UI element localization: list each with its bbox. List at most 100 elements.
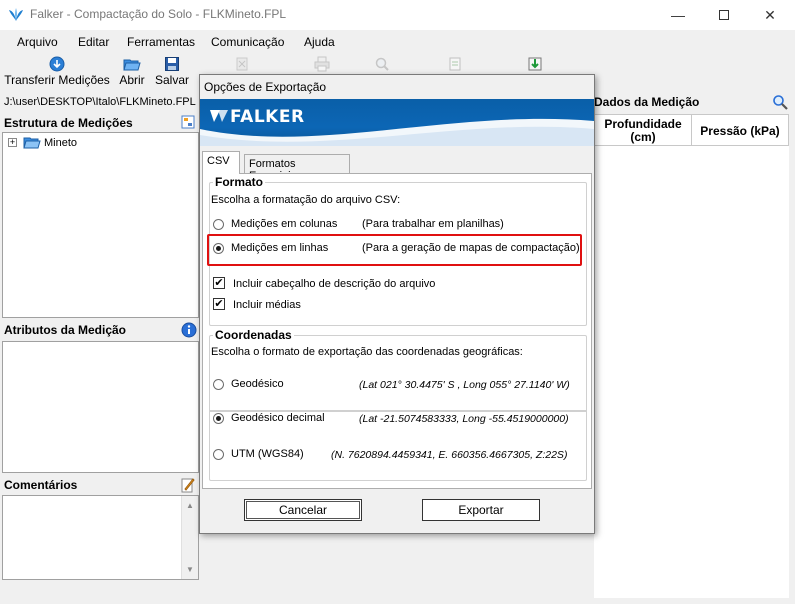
radio-medicoes-colunas[interactable]: Medições em colunas (Para trabalhar em p… [211,216,581,234]
receive-arrow-icon [528,57,542,71]
coordenadas-instruction: Escolha o formato de exportação das coor… [211,346,523,358]
falker-logo: FALKER [210,107,305,127]
cancel-button[interactable]: Cancelar [244,499,362,521]
example-geodesico-decimal: (Lat -21.5074583333, Long -55.4519000000… [359,413,569,425]
falker-app-icon [9,8,23,21]
info-icon[interactable] [181,322,197,338]
delete-button[interactable] [232,54,252,73]
save-disk-icon [165,57,179,71]
expand-icon[interactable]: + [8,138,17,147]
tree-item-mineto[interactable]: Mineto [44,137,77,149]
transferir-button[interactable]: Transferir Medições [4,54,110,87]
close-button[interactable]: ✕ [747,0,793,30]
dados-title: Dados da Medição [594,95,700,109]
csv-tab-content: Formato Escolha a formatação do arquivo … [202,173,592,489]
estrutura-tree: + Mineto [2,132,199,318]
falker-brand-text: FALKER [230,107,305,127]
magnifier-icon [375,57,389,71]
minimize-button[interactable]: — [655,0,701,30]
radio-geodesico[interactable]: Geodésico (Lat 021° 30.4475' S , Long 05… [211,376,581,394]
dados-table-header: Profundidade (cm) Pressão (kPa) [594,114,789,147]
delete-icon [236,57,248,71]
tab-csv-label: CSV [207,155,230,167]
radio-circle-geodesico-decimal[interactable] [213,413,224,424]
radio-circle-colunas[interactable] [213,219,224,230]
hint-colunas: (Para trabalhar em planilhas) [362,218,504,230]
hint-linhas: (Para a geração de mapas de compactação) [362,242,580,254]
folder-icon [23,137,41,149]
col-profundidade[interactable]: Profundidade (cm) [595,115,692,147]
radio-circle-utm[interactable] [213,449,224,460]
scroll-up-icon[interactable]: ▲ [186,501,194,510]
example-utm: (N. 7620894.4459341, E. 660356.4667305, … [331,449,568,461]
abrir-label: Abrir [119,73,145,87]
download-icon [49,56,65,72]
atributos-title: Atributos da Medição [4,323,127,337]
tab-formatos-especiais[interactable]: Formatos Especiais [244,154,350,182]
atributos-area [2,341,199,473]
export-sheet-icon [449,57,461,71]
comentarios-scrollbar[interactable]: ▲ ▼ [181,496,198,579]
atributos-header: Atributos da Medição [2,321,199,339]
tab-csv[interactable]: CSV [202,151,240,174]
scroll-down-icon[interactable]: ▼ [186,565,194,574]
salvar-button[interactable]: Salvar [153,54,191,87]
radio-label-geodesico-decimal: Geodésico decimal [231,412,325,424]
window-title: Falker - Compactação do Solo - FLKMineto… [30,7,287,21]
tree-view-icon[interactable] [181,115,195,129]
radio-circle-linhas[interactable] [213,243,224,254]
radio-circle-geodesico[interactable] [213,379,224,390]
transferir-label: Transferir Medições [4,73,110,87]
checkbox-medias[interactable]: ✔ [213,298,225,310]
radio-label-utm: UTM (WGS84) [231,448,304,460]
dados-table-body [594,146,789,598]
radio-label-linhas: Medições em linhas [231,242,329,254]
menu-comunicacao[interactable]: Comunicação [211,35,284,49]
minimize-icon: — [671,7,685,23]
check-label-medias: Incluir médias [233,299,301,311]
menu-bar: Arquivo Editar Ferramentas Comunicação A… [0,32,795,52]
printer-icon [314,56,330,72]
maximize-button[interactable] [701,0,747,30]
check-label-cabecalho: Incluir cabeçalho de descrição do arquiv… [233,278,436,290]
menu-editar[interactable]: Editar [78,35,109,49]
radio-utm[interactable]: UTM (WGS84) (N. 7620894.4459341, E. 6603… [211,446,581,464]
dialog-title: Opções de Exportação [204,80,327,94]
menu-arquivo[interactable]: Arquivo [17,35,58,49]
check-incluir-medias[interactable]: ✔ Incluir médias [211,297,411,315]
check-incluir-cabecalho[interactable]: ✔ Incluir cabeçalho de descrição do arqu… [211,276,541,294]
maximize-icon [719,10,729,20]
formato-instruction: Escolha a formatação do arquivo CSV: [211,194,401,206]
menu-ajuda[interactable]: Ajuda [304,35,335,49]
search-icon[interactable] [772,94,788,110]
export-button[interactable]: Exportar [422,499,540,521]
comentarios-title: Comentários [4,478,78,492]
dialog-banner: FALKER [200,99,594,146]
edit-note-icon[interactable] [181,477,195,493]
menu-ferramentas[interactable]: Ferramentas [127,35,195,49]
checkbox-cabecalho[interactable]: ✔ [213,277,225,289]
comentarios-header: Comentários [2,476,199,494]
export-options-dialog: Opções de Exportação FALKER CSV Formatos… [199,74,595,534]
example-geodesico: (Lat 021° 30.4475' S , Long 055° 27.1140… [359,379,570,391]
abrir-button[interactable]: Abrir [116,54,148,87]
radio-medicoes-linhas[interactable]: Medições em linhas (Para a geração de ma… [211,240,581,258]
file-path: J:\user\DESKTOP\Italo\FLKMineto.FPL [4,96,196,108]
comentarios-textarea[interactable]: ▲ ▼ [2,495,199,580]
radio-label-geodesico: Geodésico [231,378,284,390]
receive-tool-button[interactable] [525,54,545,73]
preview-button[interactable] [372,54,392,73]
radio-geodesico-decimal[interactable]: Geodésico decimal (Lat -21.5074583333, L… [211,410,581,428]
salvar-label: Salvar [154,73,189,87]
export-tool-button[interactable] [445,54,465,73]
radio-label-colunas: Medições em colunas [231,218,338,230]
col-pressao[interactable]: Pressão (kPa) [692,115,788,147]
coordenadas-title: Coordenadas [213,328,294,342]
print-button[interactable] [312,54,332,73]
formato-title: Formato [213,175,265,189]
close-icon: ✕ [764,6,776,23]
estrutura-header: Estrutura de Medições [2,114,199,132]
estrutura-title: Estrutura de Medições [4,116,133,130]
title-bar: Falker - Compactação do Solo - FLKMineto… [0,0,795,30]
falker-logo-icon [210,110,228,122]
